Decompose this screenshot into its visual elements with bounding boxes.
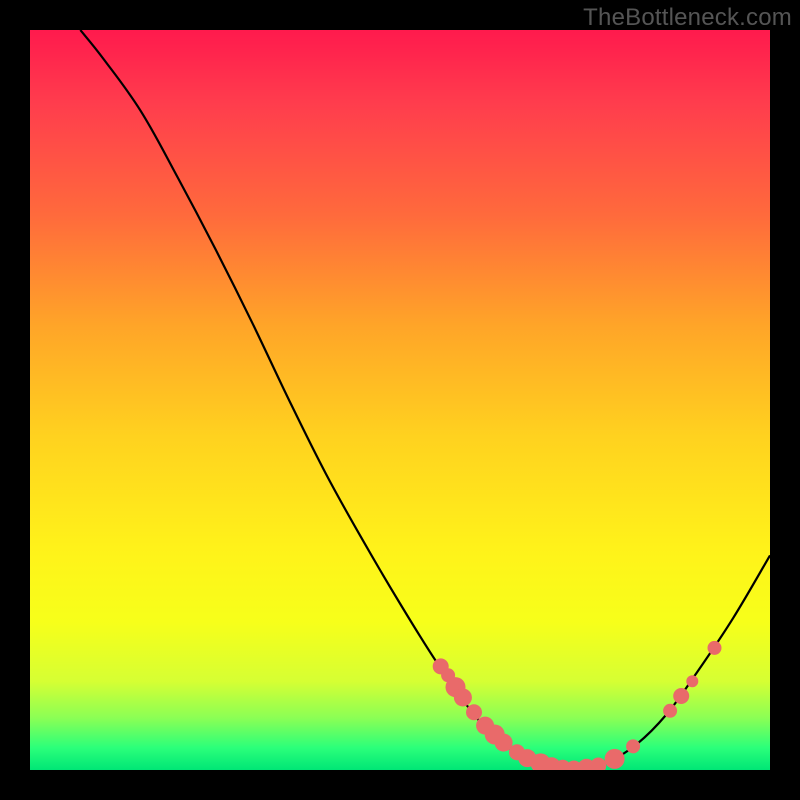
- curve-marker: [708, 641, 722, 655]
- bottleneck-curve: [80, 30, 770, 769]
- curve-markers: [433, 641, 722, 770]
- curve-marker: [686, 675, 698, 687]
- curve-marker: [626, 739, 640, 753]
- chart-svg: [30, 30, 770, 770]
- chart-plot-area: [30, 30, 770, 770]
- curve-marker: [454, 688, 472, 706]
- curve-marker: [605, 749, 625, 769]
- curve-marker: [590, 758, 606, 770]
- curve-marker: [673, 688, 689, 704]
- curve-marker: [663, 704, 677, 718]
- watermark-label: TheBottleneck.com: [583, 4, 792, 32]
- curve-marker: [466, 704, 482, 720]
